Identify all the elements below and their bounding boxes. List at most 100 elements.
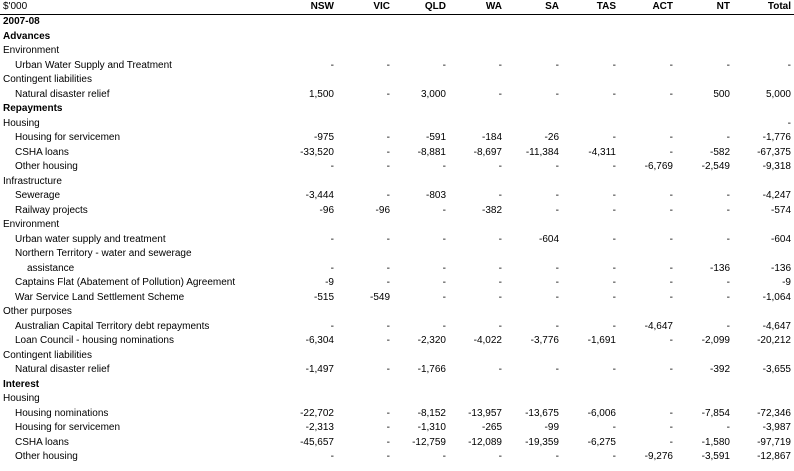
cell-nt: -1,580 [701, 436, 730, 448]
cell-tas [561, 73, 618, 88]
row-label: Housing for servicemen [15, 132, 121, 143]
cell-nsw [268, 378, 336, 393]
cell-sa [504, 73, 561, 88]
cell-vic [336, 378, 392, 393]
cell-tas: - [612, 451, 616, 462]
category-row: Contingent liabilities [0, 73, 794, 88]
section-row: Advances [0, 30, 794, 45]
cell-wa [448, 218, 504, 233]
category-row: Contingent liabilities [0, 349, 794, 364]
cell-total [732, 73, 793, 88]
row-label: assistance [27, 262, 75, 274]
cell-tas: - [612, 364, 616, 375]
cell-sa: - [555, 59, 559, 71]
row-label: Housing [3, 117, 40, 129]
cell-qld [392, 247, 448, 262]
cell-tas: -6,275 [587, 436, 616, 448]
cell-wa: - [498, 320, 502, 332]
row-label: Urban water supply and treatment [15, 233, 166, 245]
cell-tas: - [612, 422, 616, 433]
cell-qld: - [442, 59, 446, 71]
cell-nsw: - [330, 262, 334, 274]
cell-tas: - [612, 161, 616, 172]
cell-tas: - [612, 320, 616, 332]
cell-qld [392, 30, 448, 45]
cell-total: -1,064 [762, 291, 791, 303]
cell-nsw: - [330, 320, 334, 332]
table-row: War Service Land Settlement Scheme -515 -5… [0, 291, 794, 306]
column-header-total: Total [767, 1, 791, 12]
cell-wa [448, 392, 504, 407]
cell-act: - [669, 422, 673, 433]
cell-act: - [669, 291, 673, 303]
cell-vic: - [386, 407, 390, 419]
cell-sa: -26 [544, 132, 559, 143]
column-header-wa: WA [485, 1, 502, 12]
cell-nsw: 1,500 [308, 88, 334, 100]
cell-sa [504, 247, 561, 262]
cell-vic: - [386, 320, 390, 332]
cell-total: -4,247 [762, 190, 791, 201]
cell-qld: - [442, 277, 446, 288]
cell-nt [675, 73, 732, 88]
cell-vic: -96 [375, 204, 390, 216]
cell-vic [336, 117, 392, 132]
category-row: Housing - [0, 117, 794, 132]
cell-total [732, 349, 793, 364]
cell-vic [336, 247, 392, 262]
cell-tas: -6,006 [587, 407, 616, 419]
cell-wa [448, 175, 504, 190]
cell-sa [504, 44, 561, 59]
cell-act [618, 392, 675, 407]
table-row: Sewerage -3,444 - -803 - - - - - -4,247 [0, 189, 794, 204]
cell-tas: - [612, 233, 616, 245]
row-label: Contingent liabilities [3, 349, 92, 361]
cell-tas: - [612, 277, 616, 288]
row-label: Other purposes [3, 306, 72, 317]
row-label: Northern Territory - water and sewerage [15, 248, 192, 259]
cell-total [732, 175, 793, 190]
cell-act [618, 218, 675, 233]
cell-sa [504, 305, 561, 320]
cell-nsw [268, 44, 336, 59]
cell-vic: - [386, 262, 390, 274]
cell-act [618, 247, 675, 262]
row-label: Loan Council - housing nominations [15, 335, 174, 346]
cell-vic [336, 102, 392, 117]
cell-tas [561, 305, 618, 320]
cell-vic: - [386, 146, 390, 158]
cell-tas: - [612, 291, 616, 303]
row-label: Environment [3, 45, 60, 56]
row-label: Infrastructure [3, 175, 62, 187]
cell-nsw [268, 349, 336, 364]
cell-tas [561, 349, 618, 364]
cell-tas: -1,691 [587, 335, 616, 346]
cell-act: - [669, 204, 673, 216]
column-header-sa: SA [545, 1, 559, 12]
cell-act: - [669, 262, 673, 274]
cell-wa [448, 349, 504, 364]
row-label: Housing [3, 393, 40, 404]
unit-label: $'000 [3, 1, 28, 12]
cell-total [732, 392, 793, 407]
cell-qld [392, 102, 448, 117]
cell-nt [675, 247, 732, 262]
column-header-qld: QLD [424, 1, 446, 12]
cell-wa [448, 102, 504, 117]
row-label: Urban Water Supply and Treatment [15, 59, 172, 71]
cell-sa [504, 117, 561, 132]
row-label: Other housing [15, 451, 78, 462]
cell-vic: - [386, 277, 390, 288]
cell-sa: -3,776 [530, 335, 559, 346]
cell-vic: - [386, 190, 390, 201]
cell-nsw [268, 15, 336, 30]
cell-qld: 3,000 [420, 88, 446, 100]
cell-nt: -136 [709, 262, 730, 274]
cell-vic [336, 349, 392, 364]
cell-total [732, 44, 793, 59]
row-label: Sewerage [15, 190, 61, 201]
category-row: Environment [0, 44, 794, 59]
cell-act: -4,647 [644, 320, 673, 332]
cell-act: - [669, 233, 673, 245]
column-header-nt: NT [716, 1, 730, 12]
